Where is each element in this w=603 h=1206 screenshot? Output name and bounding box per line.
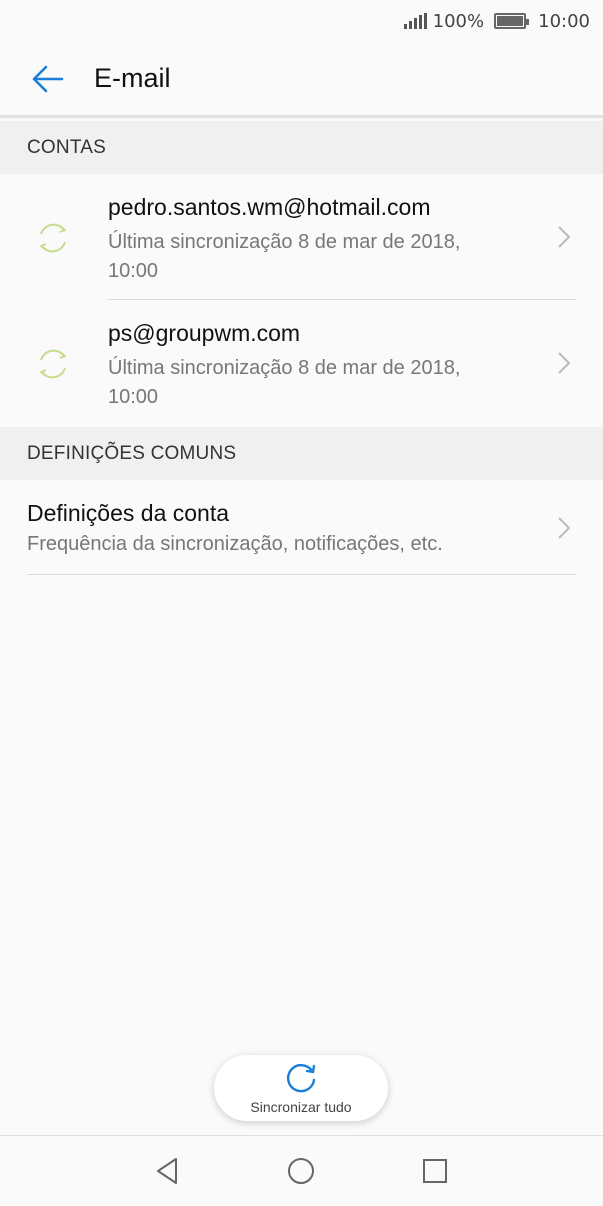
account-settings-title: Definições da conta: [27, 500, 230, 526]
battery-percent: 100%: [432, 10, 485, 32]
account-last-sync: Última sincronização 8 de mar de 2018, 1…: [108, 231, 461, 282]
nav-back-icon[interactable]: [153, 1156, 183, 1186]
back-button[interactable]: [0, 41, 94, 117]
chevron-right-icon: [558, 517, 571, 539]
account-row[interactable]: ps@groupwm.com Última sincronização 8 de…: [0, 300, 603, 426]
sync-icon: [287, 1064, 316, 1093]
app-bar: E-mail: [0, 42, 603, 118]
navigation-bar: [0, 1135, 603, 1206]
account-email: ps@groupwm.com: [108, 320, 301, 346]
account-settings-subtitle: Frequência da sincronização, notificaçõe…: [27, 533, 443, 555]
account-settings-row[interactable]: [0, 480, 603, 575]
account-row[interactable]: pedro.santos.wm@hotmail.com Última sincr…: [0, 174, 603, 300]
signal-icon: [403, 13, 427, 29]
account-last-sync: Última sincronização 8 de mar de 2018, 1…: [108, 357, 461, 408]
arrow-left-icon: [32, 65, 64, 92]
sync-all-button[interactable]: Sincronizar tudo: [214, 1055, 388, 1121]
battery-icon: [494, 13, 530, 29]
status-time: 10:00: [538, 10, 590, 32]
chevron-right-icon: [558, 352, 571, 374]
section-header-accounts: CONTAS: [0, 121, 603, 174]
nav-recents-icon[interactable]: [420, 1156, 450, 1186]
account-email: pedro.santos.wm@hotmail.com: [108, 194, 431, 220]
chevron-right-icon: [558, 226, 571, 248]
sync-icon: [40, 223, 66, 253]
status-bar: 100% 10:00: [0, 0, 603, 42]
section-header-common-settings: DEFINIÇÕES COMUNS: [0, 427, 603, 480]
nav-home-icon[interactable]: [286, 1156, 316, 1186]
page-title: E-mail: [94, 63, 171, 93]
sync-icon: [40, 349, 66, 379]
divider: [27, 574, 576, 575]
sync-all-label: Sincronizar tudo: [250, 1099, 352, 1115]
